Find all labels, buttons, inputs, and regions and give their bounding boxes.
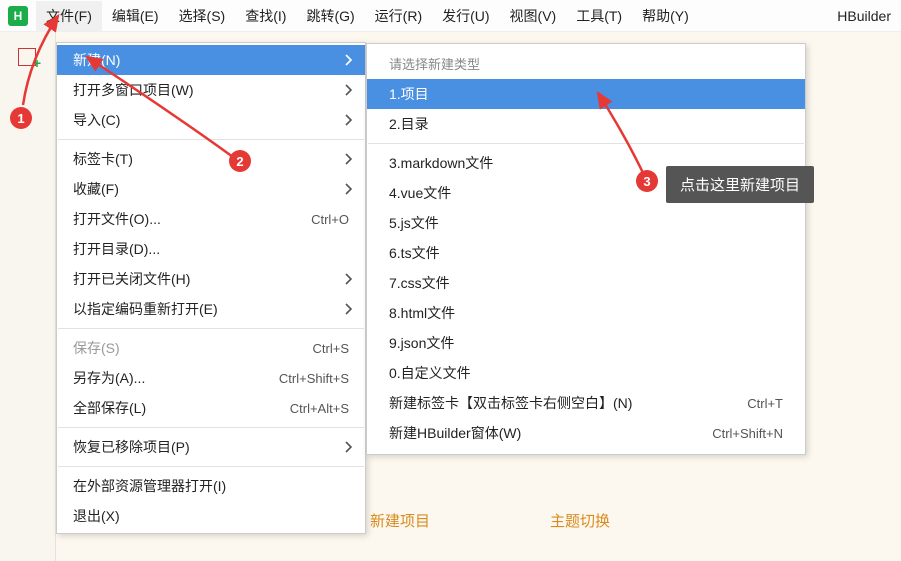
new-submenu-item[interactable]: 0.自定义文件	[367, 358, 805, 388]
menu-item-label: 6.ts文件	[389, 243, 440, 263]
submenu-header: 请选择新建类型	[367, 46, 805, 79]
new-submenu-item[interactable]: 新建标签卡【双击标签卡右侧空白】(N) Ctrl+T	[367, 388, 805, 418]
chevron-right-icon	[345, 441, 353, 453]
menu-帮助[interactable]: 帮助(Y)	[632, 1, 699, 31]
menu-separator	[58, 139, 364, 140]
app-logo-icon: H	[8, 6, 28, 26]
menu-item-label: 7.css文件	[389, 273, 450, 293]
menu-item-label: 打开目录(D)...	[73, 239, 349, 259]
menu-separator	[368, 143, 804, 144]
menu-item-label: 以指定编码重新打开(E)	[73, 299, 349, 319]
menu-separator	[58, 328, 364, 329]
step-badge-3: 3	[636, 170, 658, 192]
menu-item-label: 9.json文件	[389, 333, 454, 353]
file-menu-item[interactable]: 在外部资源管理器打开(I)	[57, 471, 365, 501]
file-menu-item[interactable]: 以指定编码重新打开(E)	[57, 294, 365, 324]
menu-separator	[58, 466, 364, 467]
file-menu-item[interactable]: 全部保存(L) Ctrl+Alt+S	[57, 393, 365, 423]
welcome-link-new-project[interactable]: 新建项目	[370, 510, 430, 531]
brand-label: HBuilder	[831, 8, 897, 24]
menu-item-label: 保存(S)	[73, 338, 293, 358]
new-submenu-item[interactable]: 9.json文件	[367, 328, 805, 358]
menu-选择[interactable]: 选择(S)	[169, 1, 236, 31]
menu-文件[interactable]: 文件(F)	[36, 1, 102, 31]
file-menu-item[interactable]: 导入(C)	[57, 105, 365, 135]
menu-视图[interactable]: 视图(V)	[500, 1, 567, 31]
file-menu-item[interactable]: 恢复已移除项目(P)	[57, 432, 365, 462]
new-submenu: 请选择新建类型 1.项目 2.目录 3.markdown文件 4.vue文件 5.js文件…	[366, 43, 806, 455]
menu-item-label: 新建HBuilder窗体(W)	[389, 423, 521, 443]
menu-发行[interactable]: 发行(U)	[432, 1, 499, 31]
new-submenu-item[interactable]: 5.js文件	[367, 208, 805, 238]
annotation-tooltip: 点击这里新建项目	[666, 166, 814, 203]
menu-item-label: 5.js文件	[389, 213, 439, 233]
menu-item-label: 新建(N)	[73, 50, 349, 70]
file-menu-item[interactable]: 退出(X)	[57, 501, 365, 531]
menu-item-label: 标签卡(T)	[73, 149, 349, 169]
file-menu-item[interactable]: 收藏(F)	[57, 174, 365, 204]
menu-item-label: 打开已关闭文件(H)	[73, 269, 349, 289]
new-submenu-item[interactable]: 8.html文件	[367, 298, 805, 328]
file-menu-item[interactable]: 打开多窗口项目(W)	[57, 75, 365, 105]
menu-item-label: 8.html文件	[389, 303, 455, 323]
file-menu-item: 保存(S) Ctrl+S	[57, 333, 365, 363]
chevron-right-icon	[345, 303, 353, 315]
menu-编辑[interactable]: 编辑(E)	[102, 1, 169, 31]
file-menu-item[interactable]: 标签卡(T)	[57, 144, 365, 174]
new-submenu-item[interactable]: 6.ts文件	[367, 238, 805, 268]
menu-item-label: 打开文件(O)...	[73, 209, 291, 229]
menu-item-label: 1.项目	[389, 84, 429, 104]
welcome-link-theme[interactable]: 主题切换	[550, 510, 610, 531]
menu-separator	[58, 427, 364, 428]
menu-item-label: 4.vue文件	[389, 183, 451, 203]
new-submenu-item[interactable]: 新建HBuilder窗体(W) Ctrl+Shift+N	[367, 418, 805, 448]
chevron-right-icon	[345, 183, 353, 195]
new-submenu-item[interactable]: 1.项目	[367, 79, 805, 109]
chevron-right-icon	[345, 153, 353, 165]
chevron-right-icon	[345, 84, 353, 96]
welcome-links: 新建项目 主题切换	[370, 510, 610, 531]
step-badge-2: 2	[229, 150, 251, 172]
menu-item-label: 打开多窗口项目(W)	[73, 80, 349, 100]
menu-item-label: 恢复已移除项目(P)	[73, 437, 349, 457]
menu-shortcut: Ctrl+Shift+N	[712, 426, 783, 441]
chevron-right-icon	[345, 273, 353, 285]
file-menu-item[interactable]: 打开已关闭文件(H)	[57, 264, 365, 294]
file-menu-dropdown: 新建(N) 打开多窗口项目(W) 导入(C) 标签卡(T) 收藏(F) 打开文件(O)..…	[56, 42, 366, 534]
menu-工具[interactable]: 工具(T)	[566, 1, 632, 31]
menu-item-label: 在外部资源管理器打开(I)	[73, 476, 349, 496]
menu-item-label: 导入(C)	[73, 110, 349, 130]
menu-item-label: 新建标签卡【双击标签卡右侧空白】(N)	[389, 393, 632, 413]
menu-shortcut: Ctrl+S	[313, 341, 349, 356]
menu-shortcut: Ctrl+Alt+S	[290, 401, 349, 416]
menu-item-label: 全部保存(L)	[73, 398, 270, 418]
menu-shortcut: Ctrl+O	[311, 212, 349, 227]
file-menu-item[interactable]: 打开目录(D)...	[57, 234, 365, 264]
file-menu-item[interactable]: 另存为(A)... Ctrl+Shift+S	[57, 363, 365, 393]
file-menu-item[interactable]: 打开文件(O)... Ctrl+O	[57, 204, 365, 234]
new-file-icon[interactable]	[18, 48, 36, 66]
new-submenu-item[interactable]: 2.目录	[367, 109, 805, 139]
menu-shortcut: Ctrl+T	[747, 396, 783, 411]
step-badge-1: 1	[10, 107, 32, 129]
menu-item-label: 3.markdown文件	[389, 153, 493, 173]
menu-item-label: 收藏(F)	[73, 179, 349, 199]
menu-跳转[interactable]: 跳转(G)	[296, 1, 364, 31]
menu-item-label: 另存为(A)...	[73, 368, 259, 388]
menu-item-label: 2.目录	[389, 114, 429, 134]
chevron-right-icon	[345, 54, 353, 66]
menu-运行[interactable]: 运行(R)	[365, 1, 432, 31]
menu-shortcut: Ctrl+Shift+S	[279, 371, 349, 386]
new-submenu-item[interactable]: 7.css文件	[367, 268, 805, 298]
chevron-right-icon	[345, 114, 353, 126]
menu-item-label: 退出(X)	[73, 506, 349, 526]
menu-item-label: 0.自定义文件	[389, 363, 471, 383]
file-menu-item[interactable]: 新建(N)	[57, 45, 365, 75]
menu-查找[interactable]: 查找(I)	[235, 1, 296, 31]
menubar: H 文件(F)编辑(E)选择(S)查找(I)跳转(G)运行(R)发行(U)视图(…	[0, 0, 901, 32]
